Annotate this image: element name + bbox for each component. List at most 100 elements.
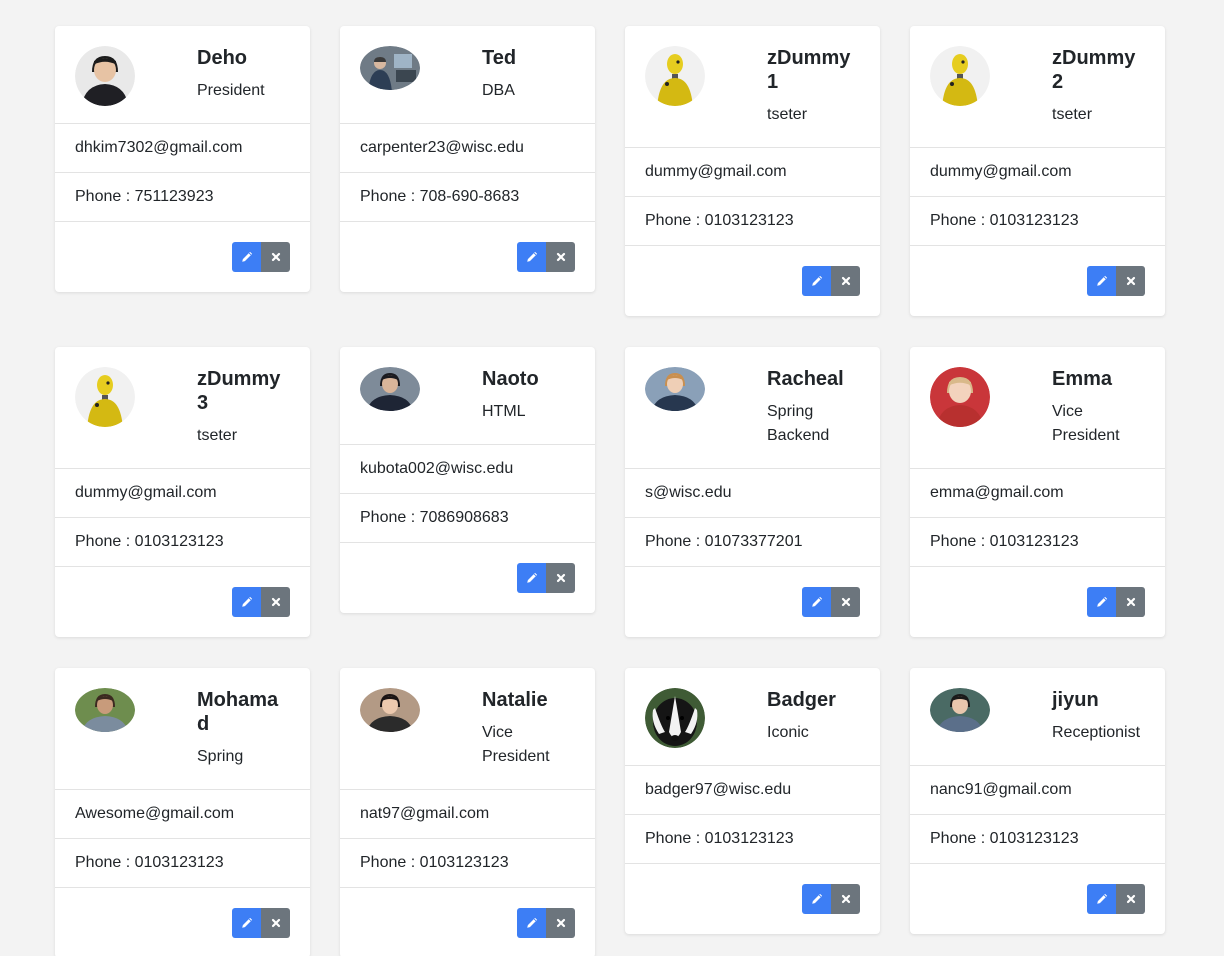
edit-button[interactable]: [1087, 587, 1116, 617]
pencil-icon: [1096, 596, 1108, 608]
card-actions: [55, 888, 310, 956]
close-icon: [1126, 276, 1136, 286]
delete-button[interactable]: [261, 242, 290, 272]
employee-phone: Phone : 0103123123: [910, 518, 1165, 567]
action-button-group: [232, 908, 290, 938]
delete-button[interactable]: [831, 266, 860, 296]
pencil-icon: [241, 596, 253, 608]
employee-name: jiyun: [1052, 689, 1099, 711]
close-icon: [271, 252, 281, 262]
edit-button[interactable]: [517, 563, 546, 593]
employee-email: s@wisc.edu: [625, 469, 880, 518]
employee-phone: Phone : 7086908683: [340, 494, 595, 543]
card-header: Naoto HTML: [340, 347, 595, 445]
employee-name: Badger: [767, 689, 836, 711]
close-icon: [841, 276, 851, 286]
card-actions: [340, 543, 595, 613]
edit-button[interactable]: [232, 587, 261, 617]
delete-button[interactable]: [831, 587, 860, 617]
card-actions: [625, 864, 880, 934]
card-actions: [910, 246, 1165, 316]
delete-button[interactable]: [261, 908, 290, 938]
employee-phone: Phone : 0103123123: [910, 197, 1165, 246]
action-button-group: [517, 242, 575, 272]
employee-role: Iconic: [767, 724, 809, 741]
employee-card: zDummy2 tseter dummy@gmail.com Phone : 0103…: [910, 26, 1165, 316]
employee-card: Ted DBA carpenter23@wisc.edu Phone : 708-69…: [340, 26, 595, 292]
employee-email: carpenter23@wisc.edu: [340, 124, 595, 173]
close-icon: [556, 573, 566, 583]
employee-role: Vice President: [482, 724, 550, 765]
employee-card: Deho President dhkim7302@gmail.com Phone : …: [55, 26, 310, 292]
card-header: Emma Vice President: [910, 347, 1165, 469]
employee-phone: Phone : 01073377201: [625, 518, 880, 567]
employee-name: zDummy1: [767, 47, 851, 93]
employee-name: Mohamad: [197, 689, 279, 735]
edit-button[interactable]: [802, 587, 831, 617]
delete-button[interactable]: [1116, 587, 1145, 617]
pencil-icon: [526, 251, 538, 263]
card-header: zDummy3 tseter: [55, 347, 310, 469]
pencil-icon: [811, 893, 823, 905]
pencil-icon: [526, 917, 538, 929]
employee-name: Racheal: [767, 368, 844, 390]
card-header: Mohamad Spring: [55, 668, 310, 790]
employee-email: dhkim7302@gmail.com: [55, 124, 310, 173]
action-button-group: [232, 587, 290, 617]
employee-email: dummy@gmail.com: [910, 148, 1165, 197]
delete-button[interactable]: [1116, 266, 1145, 296]
avatar: [360, 46, 420, 90]
employee-card: Badger Iconic badger97@wisc.edu Phone : 010…: [625, 668, 880, 934]
employee-phone: Phone : 0103123123: [55, 518, 310, 567]
employee-role: tseter: [1052, 106, 1093, 123]
action-button-group: [1087, 884, 1145, 914]
delete-button[interactable]: [261, 587, 290, 617]
close-icon: [1126, 597, 1136, 607]
close-icon: [271, 918, 281, 928]
card-actions: [910, 864, 1165, 934]
edit-button[interactable]: [802, 266, 831, 296]
edit-button[interactable]: [232, 242, 261, 272]
employee-card: zDummy3 tseter dummy@gmail.com Phone : 0103…: [55, 347, 310, 637]
delete-button[interactable]: [546, 242, 575, 272]
avatar: [930, 46, 990, 106]
employee-name: Emma: [1052, 368, 1113, 390]
employee-card: Naoto HTML kubota002@wisc.edu Phone : 70869…: [340, 347, 595, 613]
edit-button[interactable]: [517, 908, 546, 938]
avatar: [75, 688, 135, 732]
card-actions: [340, 888, 595, 956]
employee-phone: Phone : 0103123123: [55, 839, 310, 888]
pencil-icon: [811, 275, 823, 287]
pencil-icon: [1096, 275, 1108, 287]
pencil-icon: [241, 917, 253, 929]
card-header: Racheal Spring Backend: [625, 347, 880, 469]
avatar: [75, 367, 135, 427]
avatar: [930, 688, 990, 732]
edit-button[interactable]: [802, 884, 831, 914]
employee-email: Awesome@gmail.com: [55, 790, 310, 839]
pencil-icon: [526, 572, 538, 584]
avatar: [930, 367, 990, 427]
close-icon: [1126, 894, 1136, 904]
close-icon: [556, 252, 566, 262]
action-button-group: [1087, 587, 1145, 617]
delete-button[interactable]: [546, 908, 575, 938]
edit-button[interactable]: [517, 242, 546, 272]
employee-role: Spring Backend: [767, 403, 830, 444]
card-actions: [625, 246, 880, 316]
edit-button[interactable]: [1087, 884, 1116, 914]
delete-button[interactable]: [831, 884, 860, 914]
employee-role: tseter: [767, 106, 808, 123]
employee-role: HTML: [482, 403, 526, 420]
delete-button[interactable]: [546, 563, 575, 593]
employee-email: dummy@gmail.com: [55, 469, 310, 518]
action-button-group: [802, 884, 860, 914]
card-header: Deho President: [55, 26, 310, 124]
card-actions: [55, 222, 310, 292]
edit-button[interactable]: [1087, 266, 1116, 296]
employee-name: Naoto: [482, 368, 539, 390]
edit-button[interactable]: [232, 908, 261, 938]
card-header: Badger Iconic: [625, 668, 880, 766]
delete-button[interactable]: [1116, 884, 1145, 914]
employee-phone: Phone : 0103123123: [340, 839, 595, 888]
